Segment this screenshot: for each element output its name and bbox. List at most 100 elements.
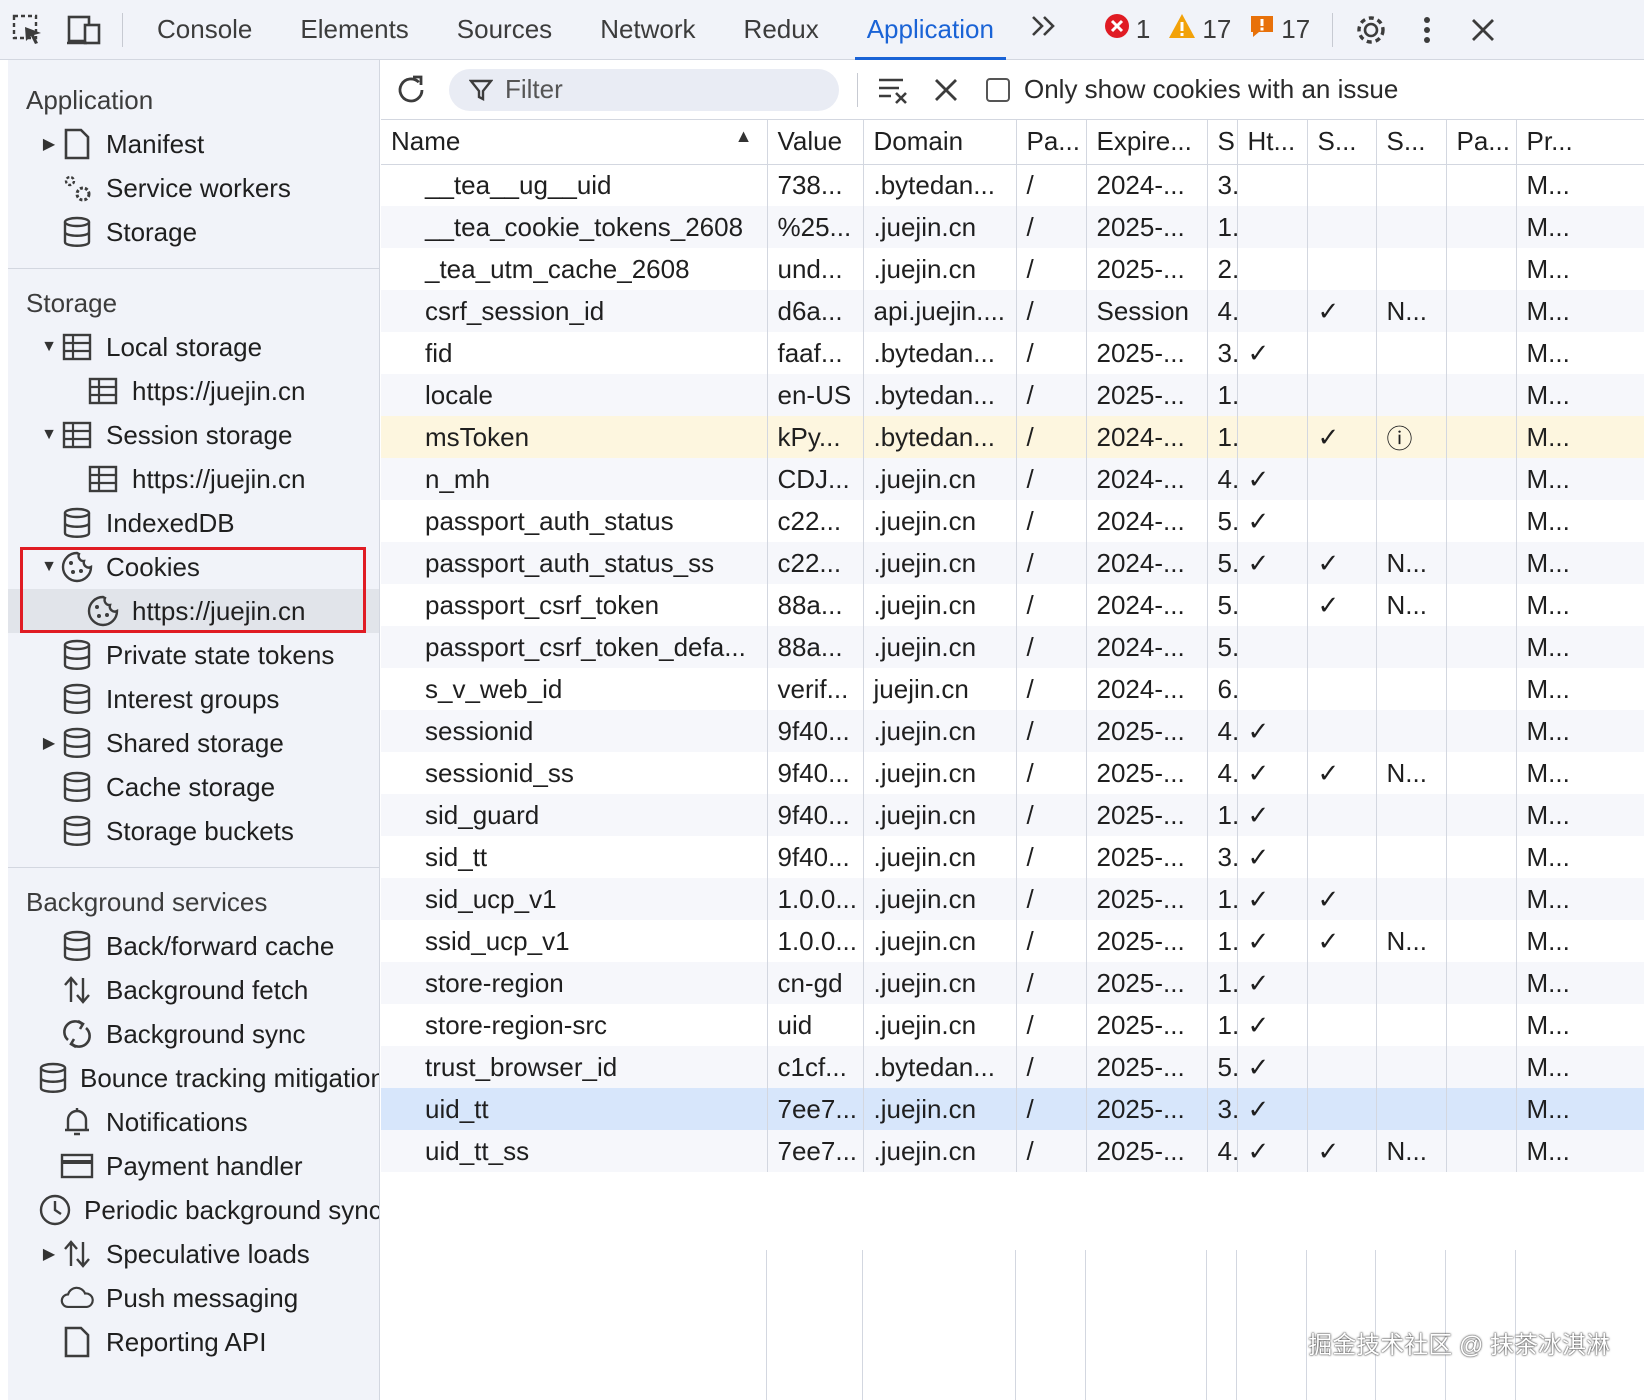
sidebar-item-back-forward-cache[interactable]: Back/forward cache	[8, 924, 379, 968]
table-row[interactable]: __tea__ug__uid 738... .bytedan.../2024-...…	[381, 164, 1644, 206]
column-header[interactable]: Value	[767, 120, 864, 165]
settings-icon[interactable]	[1343, 0, 1399, 60]
sidebar-item-payment-handler[interactable]: Payment handler	[8, 1144, 379, 1188]
issues-counter[interactable]: 17	[1249, 13, 1310, 46]
error-counter[interactable]: 1	[1104, 13, 1150, 46]
sidebar-item-private-state-tokens[interactable]: Private state tokens	[8, 633, 379, 677]
table-row[interactable]: msTokenkPy....bytedan.../2024-...1. ✓ⓘ M..…	[381, 416, 1644, 458]
sidebar-item-bounce-tracking-mitigations[interactable]: Bounce tracking mitigations	[8, 1056, 379, 1100]
table-cell: n_mh	[381, 458, 768, 500]
table-row[interactable]: n_mhCDJ....juejin.cn/2024-...4.✓ M...	[381, 458, 1644, 500]
sidebar-item-background-sync[interactable]: Background sync	[8, 1012, 379, 1056]
table-cell: /	[1016, 164, 1087, 206]
sidebar-item-session-storage[interactable]: ▼ Session storage	[8, 413, 379, 457]
filter-input[interactable]: Filter	[449, 68, 839, 111]
sidebar-item-push-messaging[interactable]: Push messaging	[8, 1276, 379, 1320]
tab-console[interactable]: Console	[133, 0, 276, 60]
clear-filtered-icon[interactable]	[868, 64, 920, 116]
sidebar-item-manifest[interactable]: ▶ Manifest	[8, 122, 379, 166]
column-header[interactable]: Expire...	[1086, 120, 1208, 165]
table-cell: /	[1016, 416, 1087, 458]
warning-counter[interactable]: 17	[1168, 13, 1231, 46]
table-cell: 2025-...	[1086, 1046, 1208, 1088]
cookies-table-container[interactable]: Name ▲ Value Domain Pa... Expire... S Ht... S...…	[381, 120, 1644, 1400]
column-header-label: Name	[391, 126, 461, 157]
table-row[interactable]: sid_ucp_v11.0.0....juejin.cn/2025-...1.✓…	[381, 878, 1644, 920]
column-header[interactable]: Ht...	[1237, 120, 1308, 165]
column-header[interactable]: Pa...	[1016, 120, 1087, 165]
table-row[interactable]: uid_tt7ee7....juejin.cn/2025-...3.✓ M...	[381, 1088, 1644, 1130]
sidebar-item-periodic-background-sync[interactable]: Periodic background sync	[8, 1188, 379, 1232]
only-issue-checkbox[interactable]	[986, 77, 1010, 102]
sidebar-item-https-juejin-cn[interactable]: https://juejin.cn	[8, 457, 379, 501]
column-header[interactable]: S...	[1307, 120, 1377, 165]
sidebar-item-shared-storage[interactable]: ▶ Shared storage	[8, 721, 379, 765]
table-row[interactable]: passport_csrf_token_defa... 88a... .juejin…	[381, 626, 1644, 668]
table-row[interactable]: store-region-srcuid.juejin.cn/2025-...1.…	[381, 1004, 1644, 1046]
table-row[interactable]: localeen-US.bytedan.../2025-...1. M...	[381, 374, 1644, 416]
device-toolbar-icon[interactable]	[56, 0, 112, 60]
sidebar-item-interest-groups[interactable]: Interest groups	[8, 677, 379, 721]
column-header[interactable]: Name ▲	[381, 120, 768, 165]
sidebar-item-speculative-loads[interactable]: ▶ Speculative loads	[8, 1232, 379, 1276]
column-header[interactable]: Domain	[863, 120, 1017, 165]
tab-redux[interactable]: Redux	[720, 0, 843, 60]
column-header[interactable]: S...	[1376, 120, 1447, 165]
more-options-icon[interactable]	[1399, 0, 1455, 60]
table-row[interactable]: ssid_ucp_v11.0.0....juejin.cn/2025-...1.…	[381, 920, 1644, 962]
table-cell: M...	[1516, 962, 1644, 1004]
sidebar-item-https-juejin-cn[interactable]: https://juejin.cn	[8, 369, 379, 413]
expand-arrow-right-icon[interactable]: ▶	[38, 1244, 60, 1264]
table-row[interactable]: sessionid9f40....juejin.cn/2025-...4.✓ M.…	[381, 710, 1644, 752]
sidebar-item-reporting-api[interactable]: Reporting API	[8, 1320, 379, 1364]
sidebar-item-background-fetch[interactable]: Background fetch	[8, 968, 379, 1012]
table-cell: sessionid	[381, 710, 768, 752]
table-row[interactable]: passport_auth_status_ss c22... .juejin.cn /…	[381, 542, 1644, 584]
sidebar-item-service-workers[interactable]: Service workers	[8, 166, 379, 210]
tab-network[interactable]: Network	[576, 0, 719, 60]
table-cell: /	[1016, 920, 1087, 962]
clear-all-icon[interactable]	[920, 64, 972, 116]
more-tabs-button[interactable]	[1018, 0, 1070, 60]
inspect-element-icon[interactable]	[0, 0, 56, 60]
tab-elements[interactable]: Elements	[276, 0, 432, 60]
table-body: __tea__ug__uid 738... .bytedan.../2024-...…	[381, 164, 1644, 1172]
table-row[interactable]: trust_browser_id c1cf... .bytedan.../2025-…	[381, 1046, 1644, 1088]
expand-arrow-down-icon[interactable]: ▼	[38, 426, 60, 444]
sidebar-item-storage[interactable]: Storage	[8, 210, 379, 254]
table-row[interactable]: uid_tt_ss7ee7....juejin.cn/2025-...4.✓✓N…	[381, 1130, 1644, 1172]
close-icon[interactable]	[1455, 0, 1511, 60]
table-row[interactable]: sid_tt9f40....juejin.cn/2025-...3.✓ M...	[381, 836, 1644, 878]
sidebar-item-cache-storage[interactable]: Cache storage	[8, 765, 379, 809]
table-row[interactable]: csrf_session_id d6a... api.juejin.... / Sess…	[381, 290, 1644, 332]
table-cell: 2024-...	[1086, 626, 1208, 668]
expand-arrow-right-icon[interactable]: ▶	[38, 134, 60, 154]
table-row[interactable]: passport_csrf_token 88a... .juejin.cn/2024…	[381, 584, 1644, 626]
sidebar-item-notifications[interactable]: Notifications	[8, 1100, 379, 1144]
table-row[interactable]: __tea_cookie_tokens_2608 %25... .juejin.cn…	[381, 206, 1644, 248]
tab-application[interactable]: Application	[843, 0, 1018, 60]
table-row[interactable]: store-regioncn-gd.juejin.cn/2025-...1.✓ M…	[381, 962, 1644, 1004]
refresh-icon[interactable]	[385, 64, 437, 116]
expand-arrow-right-icon[interactable]: ▶	[38, 733, 60, 753]
column-header[interactable]: Pa...	[1446, 120, 1517, 165]
table-row[interactable]: passport_auth_status c22... .juejin.cn/202…	[381, 500, 1644, 542]
table-cell: ✓	[1307, 920, 1377, 962]
sidebar-item-indexeddb[interactable]: IndexedDB	[8, 501, 379, 545]
divider	[857, 72, 858, 107]
sidebar-item-local-storage[interactable]: ▼ Local storage	[8, 325, 379, 369]
column-header[interactable]: S	[1207, 120, 1238, 165]
table-cell: .juejin.cn	[863, 500, 1017, 542]
table-row[interactable]: _tea_utm_cache_2608 und... .juejin.cn/2025…	[381, 248, 1644, 290]
table-cell: M...	[1516, 584, 1644, 626]
table-row[interactable]: fidfaaf....bytedan.../2025-...3.✓ M...	[381, 332, 1644, 374]
table-cell	[1446, 626, 1517, 668]
table-row[interactable]: sessionid_ss9f40....juejin.cn/2025-...4.…	[381, 752, 1644, 794]
sidebar-item-storage-buckets[interactable]: Storage buckets	[8, 809, 379, 853]
table-cell: uid_tt	[381, 1088, 768, 1130]
table-row[interactable]: sid_guard9f40....juejin.cn/2025-...1.✓ M.…	[381, 794, 1644, 836]
column-header[interactable]: Pr...	[1516, 120, 1644, 165]
table-row[interactable]: s_v_web_idverif...juejin.cn/2024-...6. M.…	[381, 668, 1644, 710]
tab-sources[interactable]: Sources	[433, 0, 576, 60]
expand-arrow-down-icon[interactable]: ▼	[38, 338, 60, 356]
